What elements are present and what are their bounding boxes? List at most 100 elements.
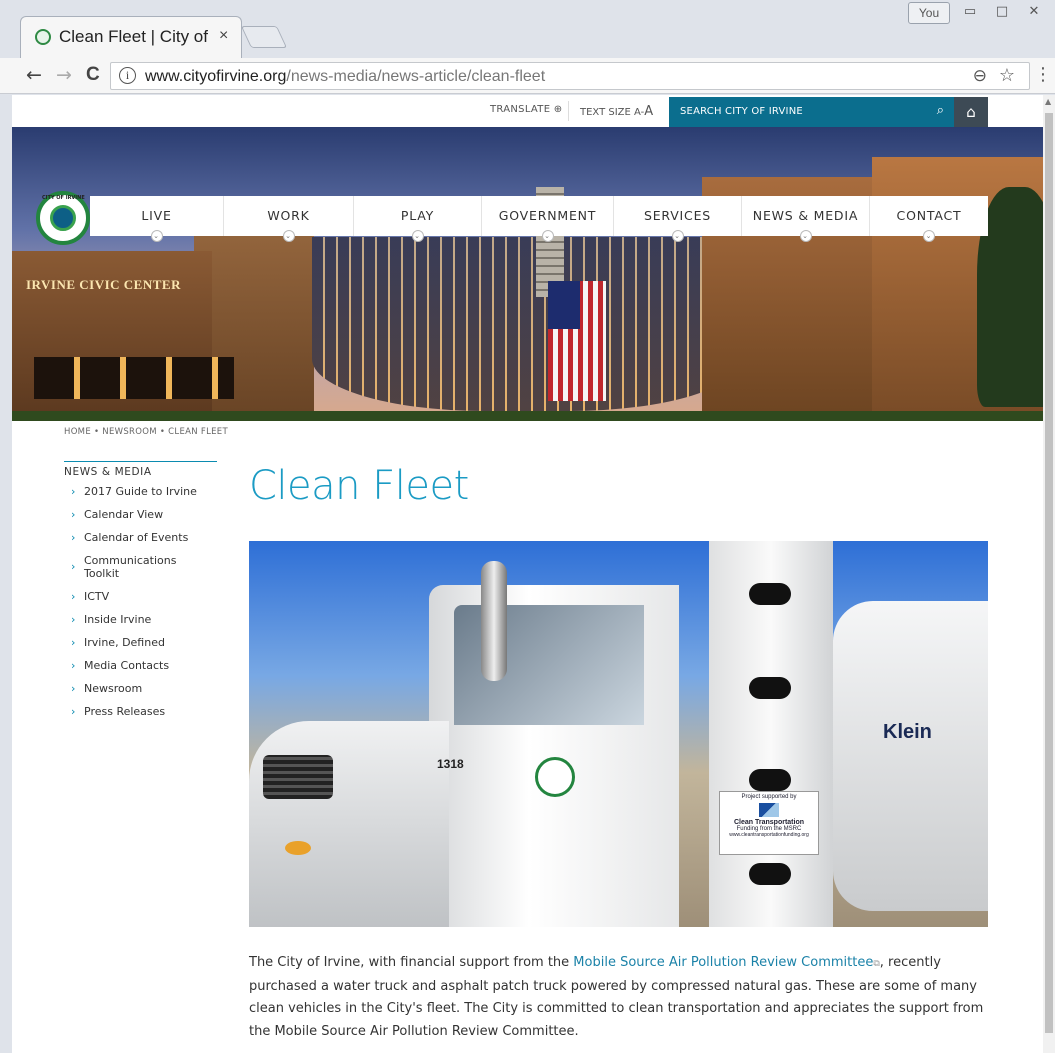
sidebar-item-2017-guide[interactable]: › 2017 Guide to Irvine: [64, 485, 217, 498]
frame-slot: [749, 583, 791, 605]
translate-link[interactable]: TRANSLATE ⊕: [490, 104, 562, 115]
chevron-down-icon: ⌄: [411, 230, 424, 242]
close-tab-icon[interactable]: ×: [219, 27, 228, 45]
sign-title: Clean Transportation: [733, 819, 804, 826]
profile-button[interactable]: You: [908, 2, 950, 24]
chevron-down-icon: ⌄: [541, 230, 554, 242]
sidebar-item-label: Inside Irvine: [84, 613, 152, 626]
flag-canton: [548, 281, 580, 329]
article-photo: 1318 Klein Project supported by Clean Tr…: [249, 541, 988, 927]
nav-label: GOVERNMENT: [498, 208, 597, 223]
bookmark-star-icon[interactable]: ☆: [999, 65, 1015, 86]
sidebar-item-communications-toolkit[interactable]: › Communications Toolkit: [64, 554, 184, 580]
article-body: The City of Irvine, with financial suppo…: [249, 952, 999, 1043]
nav-label: LIVE: [141, 208, 172, 223]
sign-line: Project supported by: [741, 794, 797, 800]
building-sign: IRVINE CIVIC CENTER: [26, 277, 181, 292]
nav-live[interactable]: LIVE ⌄: [90, 196, 224, 242]
truck-unit-number: 1318: [437, 757, 464, 771]
text-size-label: TEXT SIZE: [580, 107, 631, 118]
site-search-input[interactable]: SEARCH CITY OF IRVINE ⌕: [669, 97, 954, 127]
nav-news-media[interactable]: NEWS & MEDIA ⌄: [742, 196, 870, 242]
sidebar-item-label: Newsroom: [84, 682, 143, 695]
scrollbar[interactable]: ▲: [1043, 95, 1055, 1053]
window-close-icon[interactable]: ✕: [1018, 2, 1050, 24]
city-logo[interactable]: CITY OF IRVINE: [36, 191, 90, 245]
chevron-right-icon: ›: [71, 531, 76, 544]
nav-play[interactable]: PLAY ⌄: [354, 196, 482, 242]
logo-text: CITY OF IRVINE: [42, 195, 85, 201]
sidebar-item-press-releases[interactable]: › Press Releases: [64, 705, 217, 718]
forward-icon[interactable]: →: [56, 64, 72, 86]
chevron-right-icon: ›: [71, 485, 76, 498]
minimize-icon[interactable]: ▭: [954, 2, 986, 24]
sidebar-item-calendar-view[interactable]: › Calendar View: [64, 508, 217, 521]
chevron-down-icon: ⌄: [923, 230, 935, 242]
truck-grille: [263, 755, 333, 799]
sidebar-item-inside-irvine[interactable]: › Inside Irvine: [64, 613, 217, 626]
zoom-icon[interactable]: ⊖: [973, 66, 987, 86]
home-icon[interactable]: ⌂: [954, 97, 988, 127]
chevron-right-icon: ›: [71, 636, 76, 649]
msrc-link[interactable]: Mobile Source Air Pollution Review Commi…: [573, 955, 879, 970]
browser-menu-icon[interactable]: ⋮: [1034, 64, 1052, 85]
divider: [568, 101, 569, 121]
chevron-right-icon: ›: [71, 613, 76, 626]
sidebar-item-media-contacts[interactable]: › Media Contacts: [64, 659, 217, 672]
hero-windows: [34, 357, 234, 399]
truck-hood: [249, 721, 449, 927]
sidebar-nav: › 2017 Guide to Irvine › Calendar View › Ca…: [64, 485, 217, 728]
text-size-control[interactable]: TEXT SIZE A-A: [580, 104, 653, 119]
chevron-right-icon: ›: [71, 590, 76, 603]
truck-brand: Klein: [883, 721, 932, 743]
chevron-right-icon: ›: [71, 682, 76, 695]
nav-contact[interactable]: CONTACT ⌄: [870, 196, 988, 242]
utility-bar: TRANSLATE ⊕ TEXT SIZE A-A SEARCH CITY OF…: [12, 95, 1043, 127]
breadcrumb[interactable]: HOME • NEWSROOM • CLEAN FLEET: [64, 427, 228, 437]
url-text[interactable]: www.cityofirvine.org/news-media/news-art…: [145, 68, 545, 86]
text-size-big[interactable]: A: [644, 104, 653, 119]
sidebar-item-irvine-defined[interactable]: › Irvine, Defined: [64, 636, 217, 649]
chevron-down-icon: ⌄: [150, 230, 163, 242]
search-icon[interactable]: ⌕: [937, 103, 944, 118]
truck-mirror: [481, 561, 507, 681]
frame-slot: [749, 769, 791, 791]
nav-label: WORK: [267, 208, 310, 223]
sidebar-item-label: Calendar View: [84, 508, 164, 521]
reload-icon[interactable]: C: [86, 64, 100, 86]
nav-services[interactable]: SERVICES ⌄: [614, 196, 742, 242]
nav-government[interactable]: GOVERNMENT ⌄: [482, 196, 614, 242]
chevron-down-icon: ⌄: [671, 230, 684, 242]
sidebar-item-label: ICTV: [84, 590, 110, 603]
clean-transportation-sign: Project supported by Clean Transportatio…: [719, 791, 819, 855]
sidebar-item-calendar-events[interactable]: › Calendar of Events: [64, 531, 217, 544]
frame-slot: [749, 863, 791, 885]
truck-city-logo: [535, 757, 575, 797]
restore-icon[interactable]: □: [986, 2, 1018, 24]
sign-url: www.cleantransportationfunding.org: [729, 832, 809, 838]
frame-slot: [749, 677, 791, 699]
sidebar-item-label: Irvine, Defined: [84, 636, 165, 649]
chevron-down-icon: ⌄: [799, 230, 812, 242]
text-size-small[interactable]: A: [634, 107, 641, 118]
nav-label: CONTACT: [896, 208, 962, 223]
browser-tab[interactable]: Clean Fleet | City of Irvine ×: [20, 16, 242, 58]
tab-title: Clean Fleet | City of Irvine: [59, 27, 211, 46]
url-domain: www.cityofirvine.org: [145, 68, 287, 85]
back-icon[interactable]: ←: [26, 64, 42, 86]
info-icon[interactable]: i: [119, 67, 136, 84]
web-page: TRANSLATE ⊕ TEXT SIZE A-A SEARCH CITY OF…: [12, 95, 1043, 1053]
new-tab-button[interactable]: [240, 26, 288, 48]
chevron-right-icon: ›: [71, 705, 76, 718]
link-text: Mobile Source Air Pollution Review Commi…: [573, 955, 874, 970]
scroll-thumb[interactable]: [1045, 113, 1053, 1033]
sidebar-item-ictv[interactable]: › ICTV: [64, 590, 217, 603]
sidebar-item-label: Communications Toolkit: [84, 554, 177, 580]
body-text: The City of Irvine, with financial suppo…: [249, 955, 574, 970]
sidebar-item-newsroom[interactable]: › Newsroom: [64, 682, 217, 695]
sidebar-item-label: Calendar of Events: [84, 531, 189, 544]
nav-work[interactable]: WORK ⌄: [224, 196, 354, 242]
page-title: Clean Fleet: [249, 463, 469, 509]
address-bar[interactable]: i www.cityofirvine.org/news-media/news-a…: [110, 62, 1030, 90]
scroll-up-icon[interactable]: ▲: [1045, 97, 1051, 106]
